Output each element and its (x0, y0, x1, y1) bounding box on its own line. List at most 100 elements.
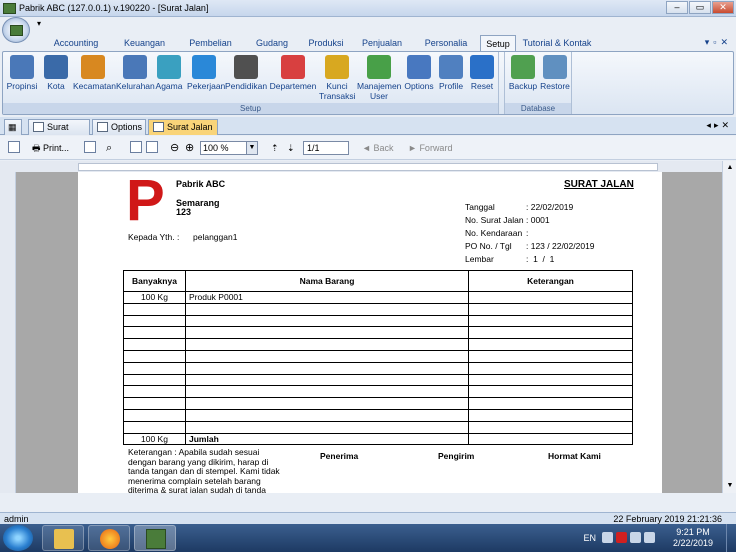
empty-cell (123, 373, 186, 387)
maximize-button[interactable]: ▭ (689, 1, 711, 14)
antivirus-icon[interactable] (616, 532, 627, 543)
clock-time: 9:21 PM (676, 527, 710, 537)
profile-button[interactable]: Profile (437, 55, 465, 91)
tab-pembelian[interactable]: Pembelian (177, 35, 244, 51)
kelurahan-button[interactable]: Kelurahan (116, 55, 155, 91)
chevron-down-icon[interactable]: ▾ (37, 19, 41, 28)
tab-personalia[interactable]: Personalia (412, 35, 480, 51)
report-page: P Pabrik ABC Semarang 123 Kepada Yth. : … (78, 172, 662, 493)
pekerjaan-button[interactable]: Pekerjaan (187, 55, 225, 91)
first-page-icon[interactable]: ⇡ (271, 141, 279, 155)
ribbon-controls[interactable]: ▾▫✕ (705, 37, 732, 48)
pendidikan-button[interactable]: Pendidikan (225, 55, 267, 91)
tab-tutorial-kontak[interactable]: Tutorial & Kontak (516, 35, 598, 51)
vertical-scrollbar[interactable]: ▲ ▼ (722, 161, 736, 493)
options-button[interactable]: Options (403, 55, 435, 91)
reset-icon (470, 55, 494, 79)
back-button[interactable]: ◄ Back (362, 141, 393, 155)
network-icon[interactable] (630, 532, 641, 543)
ribbon-panel: Setup Propinsi Kota Kecamatan Kelurahan Agam… (2, 51, 734, 115)
manajemen-button[interactable]: Manajemen User (357, 55, 401, 101)
tab-keuangan[interactable]: Keuangan (112, 35, 177, 51)
vertical-ruler (0, 172, 16, 493)
taskbar: EN 9:21 PM 2/22/2019 (0, 524, 736, 552)
scroll-up-icon[interactable]: ▲ (724, 162, 736, 174)
restore-button[interactable]: Restore (539, 55, 571, 91)
ribbon-button-label: Restore (540, 81, 570, 91)
page-setup-icon[interactable] (8, 141, 20, 153)
forward-icon: ► (408, 143, 417, 153)
education-icon (234, 55, 258, 79)
empty-cell (468, 314, 633, 328)
kunci-button[interactable]: Kunci Transaksi (319, 55, 356, 101)
multi-page-icon[interactable] (146, 141, 158, 153)
zoom-select[interactable]: 100 % ▼ (200, 141, 258, 155)
table-row (123, 302, 633, 316)
page-number-input[interactable]: 1/1 (303, 141, 349, 155)
doc-tab-surat-jalan[interactable]: Surat Jalan (148, 119, 218, 135)
empty-cell (123, 302, 186, 316)
agama-button[interactable]: Agama (155, 55, 183, 91)
forward-button[interactable]: ► Forward (408, 141, 452, 155)
cell-qty: 100 Kg (123, 291, 186, 304)
volume-icon[interactable] (644, 532, 655, 543)
tab-gudang[interactable]: Gudang (244, 35, 300, 51)
doc-tab-options[interactable]: Options (92, 119, 146, 135)
meta-value: : 0001 (526, 215, 550, 225)
reset-button[interactable]: Reset (469, 55, 495, 91)
tab-produksi[interactable]: Produksi (300, 35, 352, 51)
ribbon-button-label: Profile (438, 81, 464, 91)
forward-label: Forward (419, 143, 453, 153)
copy-icon[interactable] (84, 141, 96, 153)
departemen-button[interactable]: Departemen (269, 55, 317, 91)
company-name: Pabrik ABC (176, 179, 226, 189)
doc-tab-surat-jalan[interactable]: Surat Jalan (28, 119, 90, 146)
empty-cell (185, 373, 469, 387)
empty-cell (468, 326, 633, 340)
column-header: Nama Barang (185, 270, 469, 292)
table-row (123, 408, 633, 422)
preview-toolbar: 🖶 Print... ⌕ ⊖ ⊕ 100 % ▼ ⇡ ⇣ 1/1 ◄ Back ►… (0, 136, 736, 160)
tab-navigation[interactable]: ◂▸✕ (706, 120, 732, 131)
tab-penjualan[interactable]: Penjualan (352, 35, 412, 51)
system-tray: EN 9:21 PM 2/22/2019 (536, 524, 736, 552)
show-desktop-button[interactable] (726, 524, 736, 552)
empty-cell (185, 338, 469, 351)
print-button[interactable]: 🖶 Print... (32, 141, 69, 155)
start-button[interactable] (3, 525, 33, 551)
minimize-button[interactable]: – (666, 1, 688, 14)
company-logo: P (126, 172, 165, 233)
department-icon (281, 55, 305, 79)
propinsi-button[interactable]: Propinsi (6, 55, 38, 91)
cell-note (468, 291, 633, 304)
tools-icon (407, 55, 431, 79)
lock-icon (325, 55, 349, 79)
app-icon (146, 529, 166, 549)
single-page-icon[interactable] (130, 141, 142, 153)
taskbar-explorer[interactable] (42, 525, 84, 551)
find-icon[interactable]: ⌕ (106, 141, 112, 155)
window-title: Pabrik ABC (127.0.0.1) v.190220 - [Surat… (19, 3, 209, 13)
close-button[interactable]: ✕ (712, 1, 734, 14)
scroll-down-icon[interactable]: ▼ (724, 480, 736, 492)
kota-button[interactable]: Kota (43, 55, 69, 91)
tab-accounting[interactable]: Accounting (40, 35, 112, 51)
tab-setup[interactable]: Setup (480, 35, 516, 51)
ribbon-button-label: Kecamatan (73, 81, 116, 91)
empty-cell (185, 420, 469, 434)
language-indicator[interactable]: EN (583, 533, 596, 543)
taskbar-app[interactable] (134, 525, 176, 551)
taskbar-firefox[interactable] (88, 525, 130, 551)
grid-icon[interactable]: ▦ (4, 119, 22, 135)
zoom-out-icon[interactable]: ⊖ (170, 141, 179, 155)
table-row (123, 420, 633, 434)
kecamatan-button[interactable]: Kecamatan (73, 55, 116, 91)
clock[interactable]: 9:21 PM 2/22/2019 (668, 527, 718, 549)
ribbon-tabs: Accounting Keuangan Pembelian Gudang Produks… (0, 35, 736, 51)
backup-icon (511, 55, 535, 79)
backup-button[interactable]: Backup (507, 55, 539, 91)
zoom-in-icon[interactable]: ⊕ (185, 141, 194, 155)
ribbon-button-label: Departemen (269, 81, 317, 91)
tray-arrow-icon[interactable] (602, 532, 613, 543)
prev-page-icon[interactable]: ⇣ (287, 141, 295, 155)
